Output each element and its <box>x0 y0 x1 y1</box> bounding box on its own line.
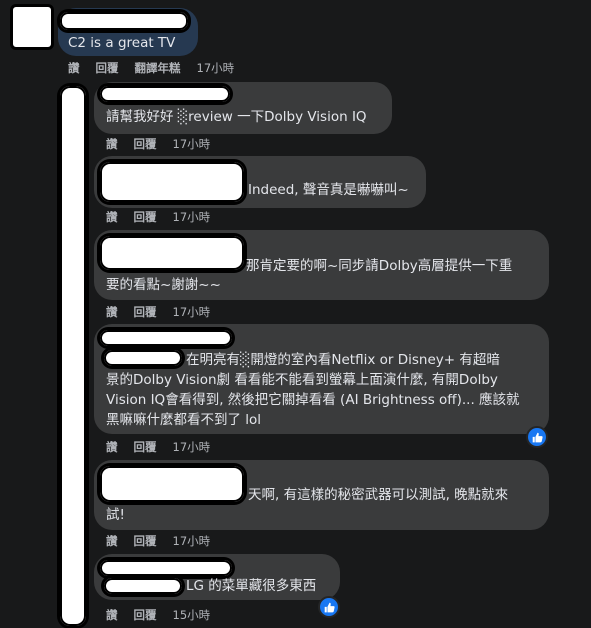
redacted-author-name <box>100 466 244 502</box>
redacted-author-name <box>100 330 232 346</box>
comment-actions: 讚 回覆 17小時 <box>106 209 226 225</box>
timestamp: 17小時 <box>172 440 211 454</box>
comment-actions: 讚 回覆 17小時 <box>106 439 226 455</box>
like-link[interactable]: 讚 <box>68 60 80 76</box>
timestamp: 17小時 <box>172 534 211 548</box>
comment-text: 請幫我好好 ░review 一下Dolby Vision IQ <box>106 109 367 125</box>
timestamp: 17小時 <box>196 61 235 75</box>
reply-link[interactable]: 回覆 <box>134 607 157 623</box>
translate-link[interactable]: 翻譯年糕 <box>135 60 181 76</box>
redacted-mention <box>104 578 182 594</box>
like-reaction-icon[interactable] <box>318 596 340 618</box>
reply-link[interactable]: 回覆 <box>134 136 157 152</box>
comment-text-line: 要的看點~謝謝~~ <box>106 277 221 293</box>
comment-text-line: 景的Dolby Vision劇 看看能不能看到螢幕上面演什麼, 有開Dolby <box>106 372 498 388</box>
comment-text-line: Vision IQ會看得到, 然後把它關掉看看 (AI Brightness o… <box>106 392 520 408</box>
comment-actions: 讚 回覆 15小時 <box>106 607 226 623</box>
comment-text-line: 黑嘛嘛什麼都看不到了 lol <box>106 412 262 428</box>
like-link[interactable]: 讚 <box>106 209 118 225</box>
timestamp: 17小時 <box>172 210 211 224</box>
comment-actions: 讚 回覆 17小時 <box>106 533 226 549</box>
comment-text: Indeed, 聲音真是嚇嚇叫~ <box>248 182 409 198</box>
like-link[interactable]: 讚 <box>106 136 118 152</box>
comment-text-line: 試! <box>106 507 125 523</box>
comment-text-line: 那肯定要的啊~同步請Dolby高層提供一下重 <box>246 258 513 274</box>
timestamp: 17小時 <box>172 305 211 319</box>
redacted-author-name <box>100 86 230 102</box>
comment-actions: 讚 回覆 翻譯年糕 17小時 <box>68 60 250 76</box>
redacted-mention <box>104 350 182 366</box>
redacted-avatar-column <box>60 86 86 626</box>
comment-text-line: 在明亮有░開燈的室內看Netflix or Disney+ 有超暗 <box>186 352 500 368</box>
like-link[interactable]: 讚 <box>106 439 118 455</box>
reply-link[interactable]: 回覆 <box>134 209 157 225</box>
avatar[interactable] <box>10 4 54 50</box>
comment-actions: 讚 回覆 17小時 <box>106 136 226 152</box>
like-link[interactable]: 讚 <box>106 607 118 623</box>
redacted-author-name <box>100 162 244 202</box>
reply-link[interactable]: 回覆 <box>134 533 157 549</box>
comment-text: C2 is a great TV <box>68 35 176 51</box>
comment-text-line: 天啊, 有這樣的秘密武器可以測試, 晚點就來 <box>248 487 509 503</box>
redacted-author-name <box>100 560 232 576</box>
comment-actions: 讚 回覆 17小時 <box>106 304 226 320</box>
like-link[interactable]: 讚 <box>106 533 118 549</box>
reply-link[interactable]: 回覆 <box>96 60 119 76</box>
redacted-author-name <box>100 236 244 270</box>
comment-text: LG 的菜單藏很多東西 <box>186 578 317 594</box>
reply-link[interactable]: 回覆 <box>134 439 157 455</box>
redacted-author-name <box>60 12 188 30</box>
timestamp: 15小時 <box>172 608 211 622</box>
like-reaction-icon[interactable] <box>526 426 548 448</box>
reply-link[interactable]: 回覆 <box>134 304 157 320</box>
like-link[interactable]: 讚 <box>106 304 118 320</box>
timestamp: 17小時 <box>172 137 211 151</box>
